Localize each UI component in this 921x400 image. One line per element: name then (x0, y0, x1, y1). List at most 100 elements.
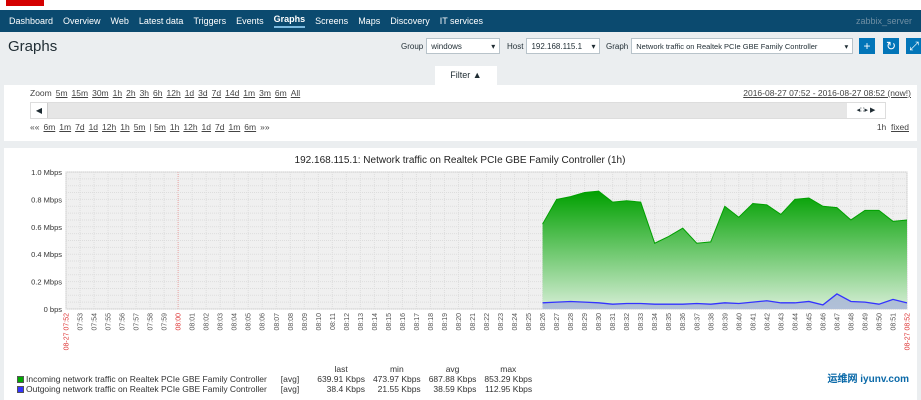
period-fixed: 1h fixed (877, 122, 909, 132)
x-tick-label: 08:05 (246, 313, 253, 331)
refresh-button[interactable]: ↻ (883, 38, 899, 54)
forward-1d[interactable]: 1d (202, 122, 211, 132)
x-tick-label: 08:06 (260, 313, 267, 331)
x-tick-label: 08:27 (554, 313, 561, 331)
graph-control: Graph Network traffic on Realtek PCIe GBE… (606, 38, 854, 54)
back-7d[interactable]: 7d (75, 122, 84, 132)
legend-series-name: Outgoing network traffic on Realtek PCIe… (26, 384, 267, 394)
zoom-1m[interactable]: 1m (243, 88, 255, 98)
x-tick-label: 08:09 (302, 313, 309, 331)
legend-row: Outgoing network traffic on Realtek PCIe… (17, 384, 536, 394)
scroll-left-icon[interactable]: ◀ (31, 103, 48, 118)
x-tick-label: 08:07 (274, 313, 281, 331)
back-1m[interactable]: 1m (59, 122, 71, 132)
legend-avg: 38.59 Kbps (433, 384, 477, 394)
host-select[interactable]: 192.168.115.1 ▾ (526, 38, 601, 54)
zoom-6h[interactable]: 6h (153, 88, 162, 98)
zoom-6m[interactable]: 6m (275, 88, 287, 98)
back-1h[interactable]: 1h (120, 122, 129, 132)
x-tick-label: 08:10 (316, 313, 323, 331)
group-control: Group windows ▾ (401, 38, 501, 54)
timeline-scrollbar[interactable]: ◀ ◂∷▸ ▶ (30, 102, 886, 119)
x-tick-label: 08:01 (190, 313, 197, 331)
forward-7d[interactable]: 7d (215, 122, 224, 132)
page-title: Graphs (8, 38, 58, 55)
legend-max: 853.29 Kbps (484, 374, 533, 384)
host-label: Host (507, 41, 524, 51)
x-tick-label: 08:33 (638, 313, 645, 331)
back-5m[interactable]: 5m (134, 122, 146, 132)
x-tick-label: 08:20 (456, 313, 463, 331)
nav-discovery[interactable]: Discovery (390, 16, 430, 26)
x-tick-label: 08:43 (778, 313, 785, 331)
nav-latest-data[interactable]: Latest data (139, 16, 184, 26)
x-tick-label: 08:51 (890, 313, 897, 331)
watermark-logo: 运维网 iyunv.com (827, 374, 910, 385)
forward-12h[interactable]: 12h (183, 122, 197, 132)
filter-tab[interactable]: Filter ▲ (435, 66, 497, 86)
y-tick-label: 0.4 Mbps (31, 250, 62, 259)
fixed-toggle[interactable]: fixed (891, 122, 909, 132)
x-tick-label: 08:41 (750, 313, 757, 331)
x-tick-label: 08:13 (358, 313, 365, 331)
x-tick-label: 08:08 (288, 313, 295, 331)
x-tick-label: 08:36 (680, 313, 687, 331)
zoom-All[interactable]: All (291, 88, 300, 98)
nav-screens[interactable]: Screens (315, 16, 348, 26)
scroll-handle-icon[interactable]: ◂∷▸ ▶ (847, 103, 885, 118)
x-tick-label: 08:15 (386, 313, 393, 331)
zoom-3h[interactable]: 3h (140, 88, 149, 98)
zoom-14d[interactable]: 14d (225, 88, 239, 98)
group-label: Group (401, 41, 424, 51)
zoom-15m[interactable]: 15m (72, 88, 89, 98)
forward-5m[interactable]: 5m (154, 122, 166, 132)
nav-maps[interactable]: Maps (358, 16, 380, 26)
x-tick-label: 08:16 (400, 313, 407, 331)
zabbix-logo[interactable] (6, 0, 44, 6)
nav-web[interactable]: Web (111, 16, 129, 26)
x-tick-label: 08:12 (344, 313, 351, 331)
nav-triggers[interactable]: Triggers (193, 16, 226, 26)
x-tick-label: 08:38 (708, 313, 715, 331)
fullscreen-button[interactable]: ⤢ (906, 38, 921, 54)
forward-1m[interactable]: 1m (228, 122, 240, 132)
zoom-2h[interactable]: 2h (126, 88, 135, 98)
add-to-favourites-button[interactable]: + (859, 38, 875, 54)
x-tick-label: 07:54 (92, 313, 99, 331)
legend-min: 21.55 Kbps (377, 384, 421, 394)
time-range[interactable]: 2016-08-27 07:52 - 2016-08-27 08:52 (now… (743, 88, 911, 98)
legend-swatch (17, 386, 24, 393)
y-tick-label: 1.0 Mbps (31, 168, 62, 177)
nav-events[interactable]: Events (236, 16, 264, 26)
graph-panel: 192.168.115.1: Network traffic on Realte… (4, 148, 917, 400)
forward-6m[interactable]: 6m (244, 122, 256, 132)
zoom-3d[interactable]: 3d (198, 88, 207, 98)
graph-select[interactable]: Network traffic on Realtek PCIe GBE Fami… (631, 38, 854, 54)
dropdown-arrow-icon: ▾ (591, 41, 596, 51)
nav-it-services[interactable]: IT services (440, 16, 483, 26)
zoom-12h[interactable]: 12h (167, 88, 181, 98)
zoom-3m[interactable]: 3m (259, 88, 271, 98)
x-tick-label: 07:53 (78, 313, 85, 331)
x-tick-label: 08:47 (834, 313, 841, 331)
group-select[interactable]: windows ▾ (426, 38, 501, 54)
zoom-5m[interactable]: 5m (56, 88, 68, 98)
nav-dashboard[interactable]: Dashboard (9, 16, 53, 26)
legend-last: 38.4 Kbps (326, 384, 365, 394)
y-tick-label: 0 bps (44, 305, 63, 314)
header-strip (0, 0, 921, 10)
nav-graphs[interactable]: Graphs (273, 14, 306, 28)
nav-overview[interactable]: Overview (63, 16, 101, 26)
traffic-chart[interactable]: 192.168.115.1: Network traffic on Realte… (0, 148, 921, 400)
zoom-30m[interactable]: 30m (92, 88, 109, 98)
zoom-1d[interactable]: 1d (185, 88, 194, 98)
legend-avg: 687.88 Kbps (428, 374, 477, 384)
back-1d[interactable]: 1d (89, 122, 98, 132)
x-tick-label: 08:49 (862, 313, 869, 331)
back-12h[interactable]: 12h (102, 122, 116, 132)
back-6m[interactable]: 6m (43, 122, 55, 132)
forward-1h[interactable]: 1h (170, 122, 179, 132)
x-tick-label: 08:24 (512, 313, 519, 331)
zoom-1h[interactable]: 1h (113, 88, 122, 98)
zoom-7d[interactable]: 7d (212, 88, 221, 98)
